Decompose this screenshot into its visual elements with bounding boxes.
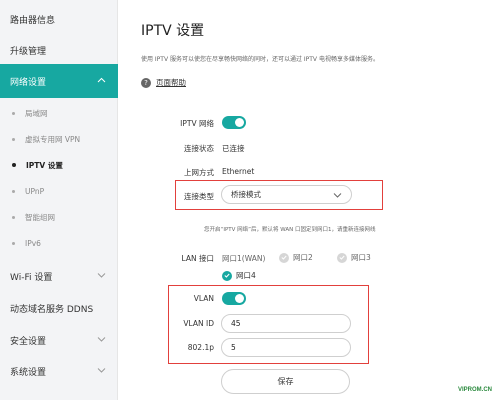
port-1-label: 网口1(WAN) — [222, 254, 266, 263]
chevron-down-icon — [333, 191, 342, 200]
connection-status-value: 已连接 — [222, 144, 245, 153]
chevron-up-icon — [97, 77, 106, 83]
watermark: VIPROM.CN — [458, 387, 493, 393]
connection-type-value: 桥接模式 — [231, 190, 261, 199]
port-4-checkbox[interactable]: 网口4 — [222, 270, 256, 281]
connection-status-label: 连接状态 — [184, 144, 214, 153]
help-link[interactable]: ? 页面帮助 — [141, 77, 186, 88]
wan-type-label: 上网方式 — [184, 168, 214, 177]
check-icon — [279, 252, 289, 263]
iptv-hint-text: 您开启“IPTV 网络”后，默认将 WAN 口固定到网口1，请重新连接网线 — [204, 227, 376, 233]
help-icon: ? — [141, 77, 151, 88]
nav-wifi-settings[interactable]: Wi-Fi 设置 — [0, 261, 118, 291]
nav-ddns[interactable]: 动态域名服务 DDNS — [0, 293, 118, 323]
port-3-checkbox[interactable]: 网口3 — [337, 252, 371, 263]
nav-security-label: 安全设置 — [10, 336, 47, 347]
port-3-label: 网口3 — [351, 253, 371, 262]
port-2-checkbox[interactable]: 网口2 — [279, 252, 313, 263]
vlan-id-label: VLAN ID — [183, 319, 214, 328]
chevron-down-icon — [97, 367, 106, 373]
chevron-down-icon — [97, 336, 106, 342]
sidebar: 路由器信息 升级管理 网络设置 局域网 虚拟专用网 VPN IPTV 设置 UP… — [0, 0, 118, 400]
port-4-label: 网口4 — [236, 271, 256, 280]
sub-item-upnp[interactable]: UPnP — [0, 178, 118, 204]
port-1-wan: 网口1(WAN) — [222, 253, 265, 264]
bullet-icon — [12, 137, 15, 141]
save-button-label: 保存 — [277, 377, 294, 386]
page-title: IPTV 设置 — [141, 23, 205, 39]
nav-upgrade-label: 升级管理 — [10, 46, 47, 57]
sub-item-ipv6-label: IPv6 — [25, 238, 41, 248]
port-2-label: 网口2 — [293, 253, 313, 262]
iptv-network-toggle[interactable] — [222, 116, 246, 129]
sub-item-upnp-label: UPnP — [25, 186, 45, 196]
nav-router-info-label: 路由器信息 — [10, 15, 56, 26]
priority-input[interactable]: 5 — [221, 338, 351, 357]
sub-item-iptv[interactable]: IPTV 设置 — [0, 152, 118, 178]
nav-security-settings[interactable]: 安全设置 — [0, 325, 118, 355]
iptv-network-label: IPTV 网络 — [180, 119, 214, 128]
connection-type-select[interactable]: 桥接模式 — [221, 185, 352, 204]
bullet-icon — [12, 241, 15, 245]
vlan-toggle[interactable] — [222, 292, 246, 305]
nav-system-settings[interactable]: 系统设置 — [0, 356, 118, 386]
help-link-label: 页面帮助 — [156, 78, 186, 87]
sub-item-vpn[interactable]: 虚拟专用网 VPN — [0, 126, 118, 152]
page-description: 使用 IPTV 服务可以使您在尽享畅快网络的同时，还可以通过 IPTV 电视畅享… — [141, 56, 379, 63]
sub-item-mesh-label: 智能组网 — [25, 212, 55, 222]
nav-wifi-settings-label: Wi-Fi 设置 — [10, 272, 53, 283]
priority-value: 5 — [231, 343, 236, 352]
vlan-id-value: 45 — [231, 319, 241, 328]
sub-item-lan[interactable]: 局域网 — [0, 100, 118, 126]
nav-ddns-label: 动态域名服务 DDNS — [10, 304, 94, 315]
check-icon — [337, 252, 347, 263]
lan-interface-label: LAN 接口 — [181, 254, 214, 263]
check-icon — [222, 270, 232, 281]
priority-label: 802.1p — [187, 343, 214, 352]
sub-item-mesh[interactable]: 智能组网 — [0, 204, 118, 230]
sub-item-ipv6[interactable]: IPv6 — [0, 230, 118, 256]
chevron-down-icon — [97, 272, 106, 278]
nav-system-label: 系统设置 — [10, 367, 47, 378]
nav-network-settings[interactable]: 网络设置 — [0, 64, 118, 98]
bullet-icon — [12, 163, 16, 167]
bullet-icon — [12, 215, 15, 219]
connection-type-label: 连接类型 — [184, 192, 214, 201]
save-button[interactable]: 保存 — [221, 369, 350, 394]
sub-item-iptv-label: IPTV 设置 — [26, 160, 63, 170]
vlan-id-input[interactable]: 45 — [221, 314, 351, 333]
sub-item-vpn-label: 虚拟专用网 VPN — [25, 134, 81, 144]
bullet-icon — [12, 111, 15, 115]
bullet-icon — [12, 189, 15, 193]
sub-item-lan-label: 局域网 — [25, 108, 48, 118]
nav-upgrade[interactable]: 升级管理 — [0, 33, 118, 67]
nav-network-settings-label: 网络设置 — [10, 77, 47, 88]
vlan-label: VLAN — [193, 294, 214, 303]
nav-router-info[interactable]: 路由器信息 — [0, 2, 118, 36]
wan-type-value: Ethernet — [222, 167, 255, 176]
